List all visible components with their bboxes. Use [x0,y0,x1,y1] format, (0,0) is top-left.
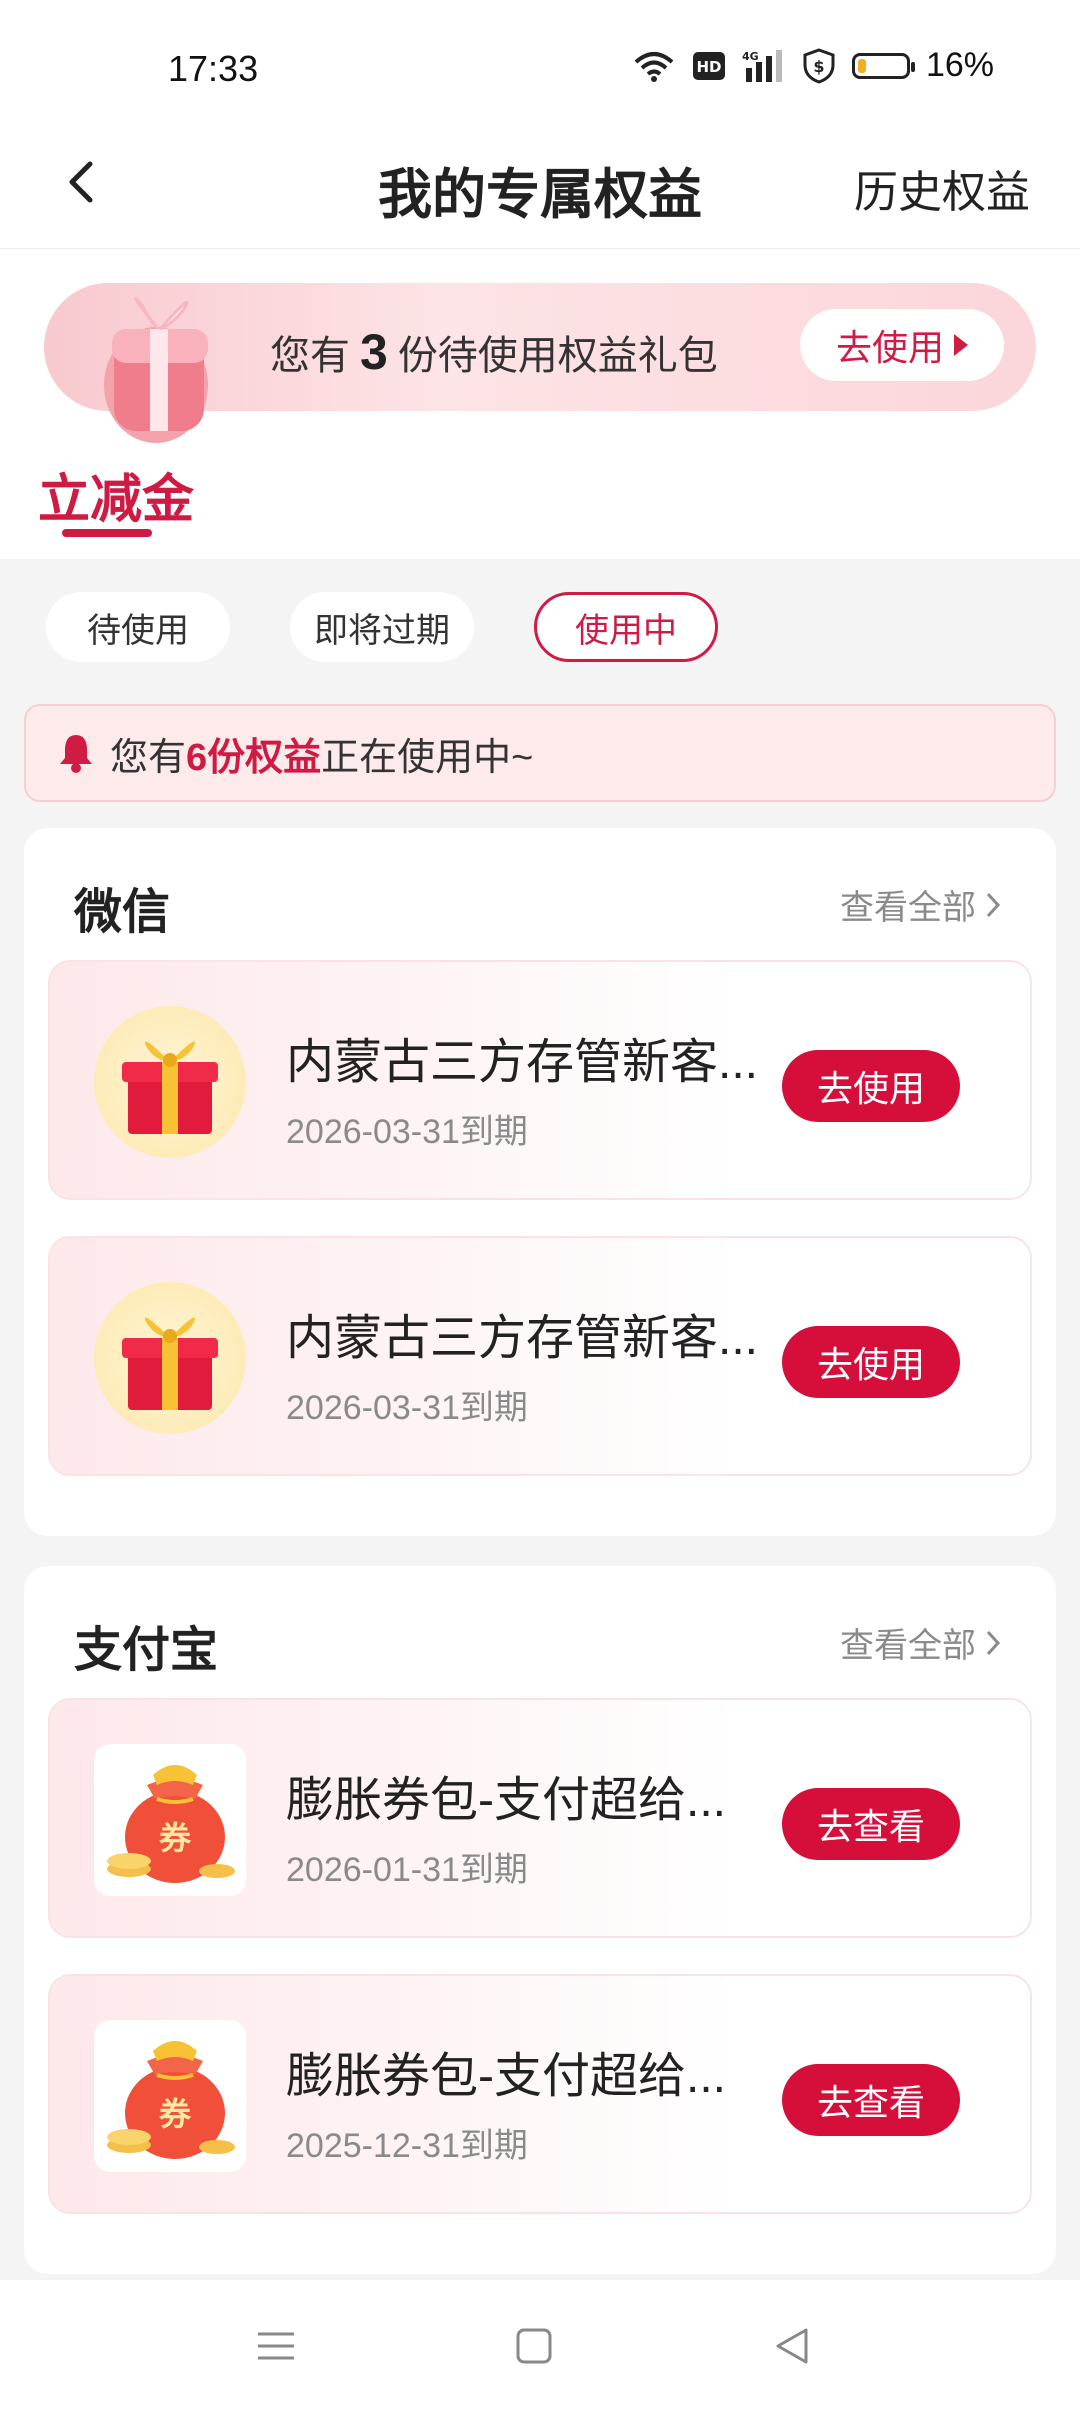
use-button[interactable]: 去使用 [782,1326,960,1398]
back-nav-button[interactable] [762,2316,822,2376]
section-title-wechat: 微信 [74,886,171,939]
filter-in-use-chip[interactable]: 使用中 [534,592,718,662]
back-triangle-icon [776,2328,808,2364]
benefit-name: 膨胀券包-支付超给... [286,2050,726,2103]
banner-message: 您有 3 份待使用权益礼包 [270,323,718,381]
status-time: 17:33 [168,48,259,89]
gift-box-icon [84,285,244,445]
svg-text:4G: 4G [742,50,759,63]
alipay-section-card: 支付宝 查看全部 券 膨胀券包-支付超给... 2026-01-31到期 去查看 [24,1566,1056,2274]
benefit-expiry: 2025-12-31到期 [286,2127,528,2165]
benefit-item[interactable]: 内蒙古三方存管新客... 2026-03-31到期 去使用 [48,1236,1032,1476]
wechat-section-card: 微信 查看全部 内蒙古三方存管新客... 2026-03-31到期 去使用 内蒙… [24,828,1056,1536]
coupon-bag-icon: 券 [94,1744,246,1896]
tab-instant-discount[interactable]: 立减金 [38,457,194,532]
benefit-expiry: 2026-03-31到期 [286,1389,528,1427]
notice-prefix: 您有 [110,736,187,779]
filter-pending-chip[interactable]: 待使用 [46,592,230,662]
menu-button[interactable] [246,2316,306,2376]
status-filter-chips: 待使用 即将过期 使用中 [46,592,718,662]
in-use-notice: 您有6份权益正在使用中~ [24,704,1056,802]
security-shield-icon: $ [802,47,836,84]
top-nav-bar: 我的专属权益 历史权益 [0,120,1080,249]
coupon-char: 券 [159,1819,192,1857]
alipay-view-all-link[interactable]: 查看全部 [840,1618,1002,1667]
play-arrow-icon [954,334,968,356]
wechat-view-all-link[interactable]: 查看全部 [840,880,1002,929]
system-navigation-bar [0,2280,1080,2412]
signal-4g-icon: 4G [742,48,786,84]
menu-icon [258,2332,294,2360]
battery-icon [851,48,915,84]
wifi-icon [632,48,676,84]
home-square-icon [516,2328,552,2364]
hd-icon: HD [692,48,726,84]
view-all-label: 查看全部 [840,889,976,927]
banner-text-suffix: 份待使用权益礼包 [397,334,718,378]
benefit-expiry: 2026-01-31到期 [286,1851,528,1889]
benefit-item[interactable]: 券 膨胀券包-支付超给... 2026-01-31到期 去查看 [48,1698,1032,1938]
pending-count: 3 [360,324,388,380]
notice-count-highlight: 6份权益 [186,736,322,779]
section-title-alipay: 支付宝 [74,1624,219,1677]
tab-active-indicator [62,529,152,537]
svg-text:$: $ [813,57,824,76]
header-section: 您有 3 份待使用权益礼包 去使用 立减金 [0,249,1080,559]
chevron-right-icon [986,1630,1001,1655]
banner-use-button[interactable]: 去使用 [800,309,1004,381]
history-benefits-link[interactable]: 历史权益 [854,156,1030,220]
gift-box-icon [94,1006,246,1158]
benefit-expiry: 2026-03-31到期 [286,1113,528,1151]
gift-box-icon [94,1282,246,1434]
banner-use-label: 去使用 [835,327,944,368]
status-icons: HD 4G $ 16% [632,46,994,85]
benefit-item[interactable]: 内蒙古三方存管新客... 2026-03-31到期 去使用 [48,960,1032,1200]
view-all-label: 查看全部 [840,1627,976,1665]
use-button[interactable]: 去使用 [782,1050,960,1122]
pending-gift-banner[interactable]: 您有 3 份待使用权益礼包 去使用 [44,283,1036,443]
banner-text-prefix: 您有 [270,334,350,378]
benefit-item[interactable]: 券 膨胀券包-支付超给... 2025-12-31到期 去查看 [48,1974,1032,2214]
status-bar: 17:33 HD 4G $ 16% [0,0,1080,120]
home-button[interactable] [504,2316,564,2376]
benefit-name: 内蒙古三方存管新客... [286,1036,759,1089]
view-button[interactable]: 去查看 [782,1788,960,1860]
svg-text:HD: HD [696,58,721,76]
bell-icon [60,735,92,773]
coupon-bag-icon: 券 [94,2020,246,2172]
view-button[interactable]: 去查看 [782,2064,960,2136]
benefit-name: 内蒙古三方存管新客... [286,1312,759,1365]
filter-expiring-chip[interactable]: 即将过期 [290,592,474,662]
coupon-char: 券 [159,2095,192,2133]
battery-percent: 16% [925,46,994,84]
notice-suffix: 正在使用中~ [321,736,534,779]
chevron-right-icon [986,892,1001,917]
benefit-name: 膨胀券包-支付超给... [286,1774,726,1827]
